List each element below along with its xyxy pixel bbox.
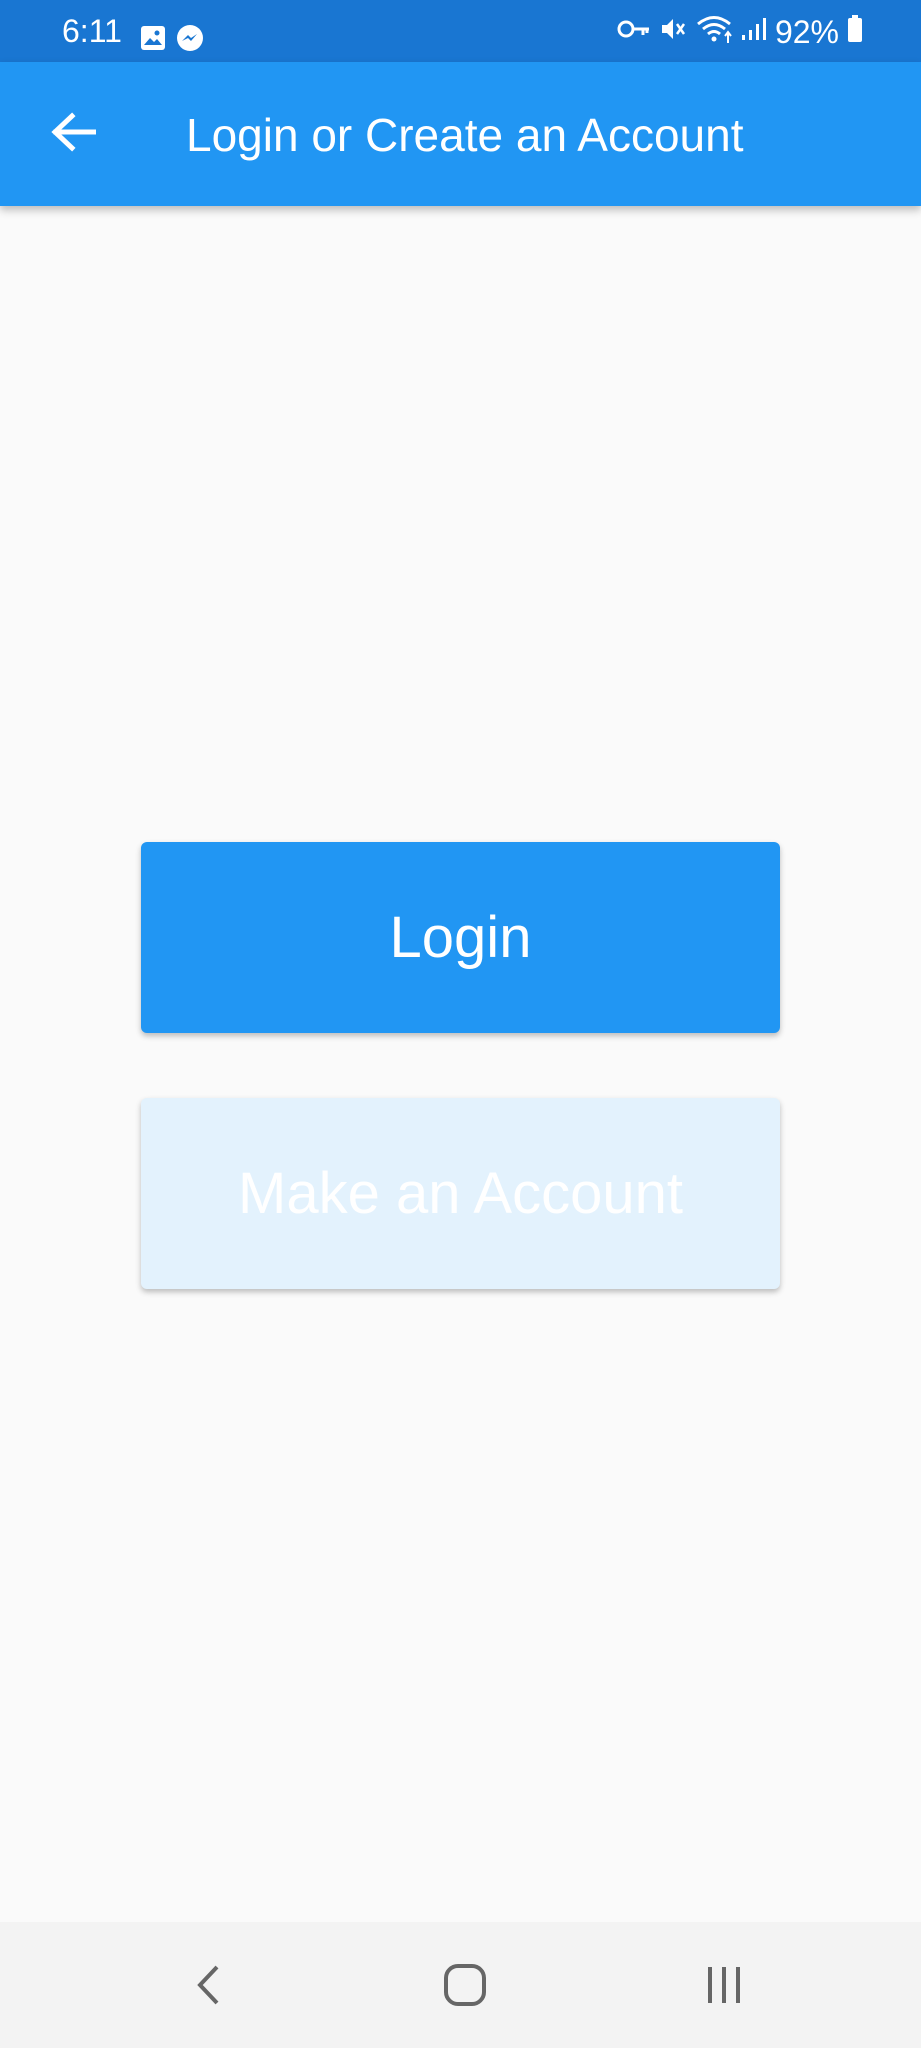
messenger-icon (176, 24, 204, 57)
back-button[interactable] (30, 99, 116, 169)
status-system-icons: 92% (617, 14, 863, 49)
vpn-key-icon (617, 18, 651, 45)
status-notification-icons (140, 24, 204, 57)
arrow-left-icon (50, 111, 97, 157)
nav-recents-button[interactable] (684, 1952, 764, 2022)
wifi-icon (695, 14, 733, 49)
mute-icon (659, 15, 687, 48)
app-bar: Login or Create an Account (0, 62, 921, 206)
login-button[interactable]: Login (141, 842, 780, 1033)
page-title: Login or Create an Account (186, 109, 744, 161)
status-time: 6:11 (62, 13, 122, 49)
gallery-icon (140, 25, 166, 56)
make-account-button[interactable]: Make an Account (141, 1098, 780, 1289)
nav-back-button[interactable] (168, 1952, 248, 2022)
system-nav-bar (0, 1922, 921, 2048)
battery-icon (847, 15, 863, 48)
back-icon (193, 1963, 223, 2012)
nav-home-button[interactable] (425, 1952, 505, 2022)
recents-icon (704, 1965, 744, 2010)
battery-percent: 92% (774, 13, 839, 50)
home-icon (443, 1963, 487, 2012)
signal-icon (741, 17, 767, 46)
status-bar: 6:11 92% (0, 0, 921, 62)
